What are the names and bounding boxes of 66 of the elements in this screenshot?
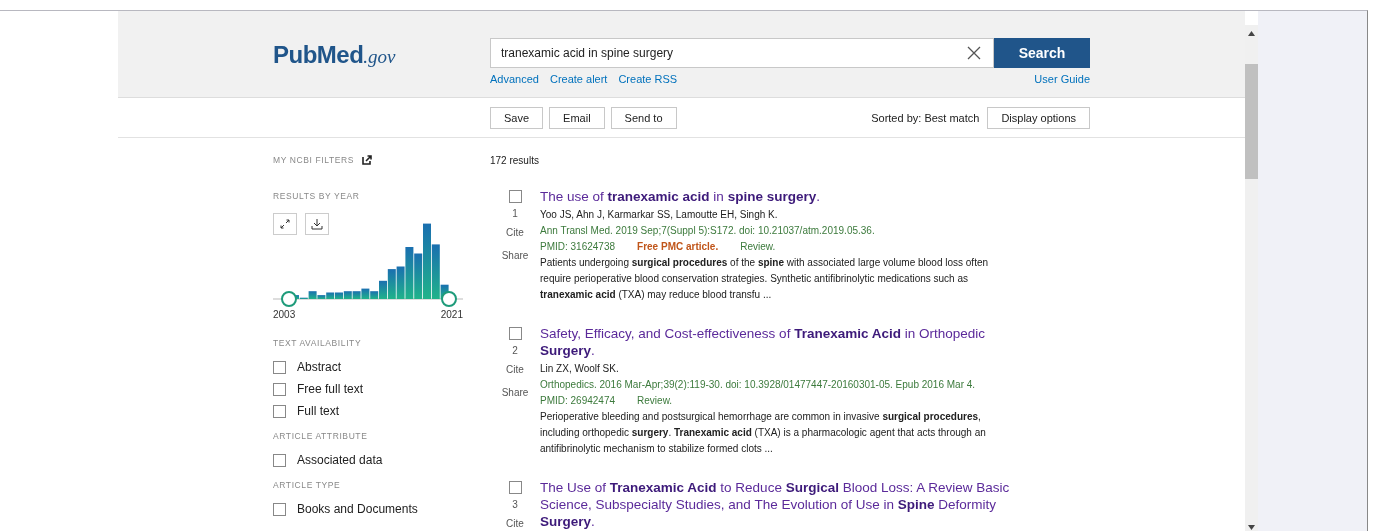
download-button[interactable] [305, 213, 329, 235]
pmid-text: PMID: 26942474 [540, 394, 616, 408]
authors-text: Lin ZX, Woolf SK. [540, 362, 620, 376]
free-article-tag: Free PMC article. [637, 239, 719, 255]
checkbox[interactable] [273, 453, 286, 467]
cite-link[interactable]: Cite [506, 227, 524, 250]
scroll-up-icon[interactable] [1248, 31, 1255, 36]
checkbox[interactable] [508, 190, 522, 203]
article-type-tag: Review. [637, 393, 673, 409]
search-button[interactable]: Search [994, 38, 1090, 68]
citation-text: Ann Transl Med. 2019 Sep;7(Suppl 5):S172. doi: 10.21037/atm.2019.05.36. [540, 224, 876, 238]
sort-label: Sorted by: Best match [871, 111, 980, 124]
result-number: 2 [512, 345, 518, 358]
share-link[interactable]: Share [501, 387, 529, 410]
result-number: 3 [512, 499, 518, 512]
year-label: 2021 [440, 309, 463, 320]
section-heading: ARTICLE ATTRIBUTE [273, 431, 369, 441]
search-link[interactable]: Advanced [490, 73, 539, 85]
action-button[interactable]: Email [549, 106, 605, 129]
filter-label[interactable]: Associated data [297, 453, 383, 467]
filter-label[interactable]: Full text [297, 404, 339, 418]
abstract-snippet: Patients undergoing surgical procedures of the spine with associated large volume blood loss often require perioperative blood conservation strategies. Synthetic antifibrinolytic medications such as tranexamic acid (TXA) may reduce blood transfu ... [540, 256, 990, 302]
article-title-link[interactable]: The use of tranexamic acid in spine surgery. [540, 188, 1050, 205]
cite-link[interactable]: Cite [506, 364, 524, 387]
abstract-snippet: Perioperative bleeding and postsurgical hemorrhage are common in invasive surgical procedures, including orthopedic surgery. Tranexamic acid (TXA) is a pharmacologic agent that acts through an antifibrinolytic mechanism to stabilize formed clots ... [540, 410, 987, 456]
checkbox[interactable] [273, 382, 286, 396]
section-heading: ARTICLE TYPE [273, 480, 342, 490]
checkbox[interactable] [273, 404, 286, 418]
checkbox[interactable] [273, 360, 286, 374]
filter-label[interactable]: Abstract [297, 360, 341, 374]
article-title-link[interactable]: Safety, Efficacy, and Cost-effectiveness of Tranexamic Acid in Orthopedic Surgery. [540, 325, 1050, 359]
filter-label[interactable]: Free full text [297, 382, 364, 396]
pubmed-logo[interactable]: PubMed.gov [273, 41, 490, 67]
checkbox[interactable] [508, 481, 522, 494]
external-link-icon[interactable] [361, 155, 372, 165]
display-options-button[interactable]: Display options [987, 106, 1090, 129]
download-icon [311, 218, 323, 230]
checkbox[interactable] [508, 327, 522, 340]
action-button[interactable]: Save [490, 106, 544, 129]
share-link[interactable]: Share [501, 250, 529, 273]
section-heading: TEXT AVAILABILITY [273, 338, 363, 348]
results-count: 172 results [490, 155, 540, 166]
scrollbar-thumb[interactable] [1245, 64, 1258, 179]
filter-label[interactable]: Books and Documents [297, 502, 418, 516]
pmid-text: PMID: 31624738 [540, 240, 616, 254]
result-number: 1 [512, 208, 518, 221]
range-handle[interactable] [441, 291, 457, 307]
scroll-down-icon[interactable] [1248, 525, 1255, 530]
checkbox[interactable] [273, 502, 286, 516]
search-link[interactable]: Create alert [549, 73, 608, 85]
action-button[interactable]: Send to [610, 106, 677, 129]
article-title-link[interactable]: The Use of Tranexamic Acid to Reduce Surgical Blood Loss: A Review Basic Science, Subspecialty Studies, and The Evolution of Use in Spine Deformity Surgery. [540, 479, 1050, 530]
article-type-tag: Review. [740, 239, 776, 255]
scrollbar[interactable] [1245, 25, 1258, 531]
year-label: 2003 [273, 309, 296, 320]
authors-text: Yoo JS, Ahn J, Karmarkar SS, Lamoutte EH, Singh K. [540, 208, 779, 222]
user-guide-link[interactable]: User Guide [1034, 73, 1090, 85]
histogram-bar [361, 288, 370, 299]
search-link[interactable]: Create RSS [618, 73, 678, 85]
citation-text: Orthopedics. 2016 Mar-Apr;39(2):119-30. doi: 10.3928/01477447-20160301-05. Epub 2016 Mar 4. [540, 378, 977, 392]
section-heading: MY NCBI FILTERS [273, 155, 354, 165]
expand-button[interactable] [273, 213, 297, 235]
range-handle[interactable] [281, 291, 297, 307]
section-heading: RESULTS BY YEAR [273, 191, 361, 201]
cite-link[interactable]: Cite [506, 518, 524, 531]
expand-icon [280, 219, 290, 229]
